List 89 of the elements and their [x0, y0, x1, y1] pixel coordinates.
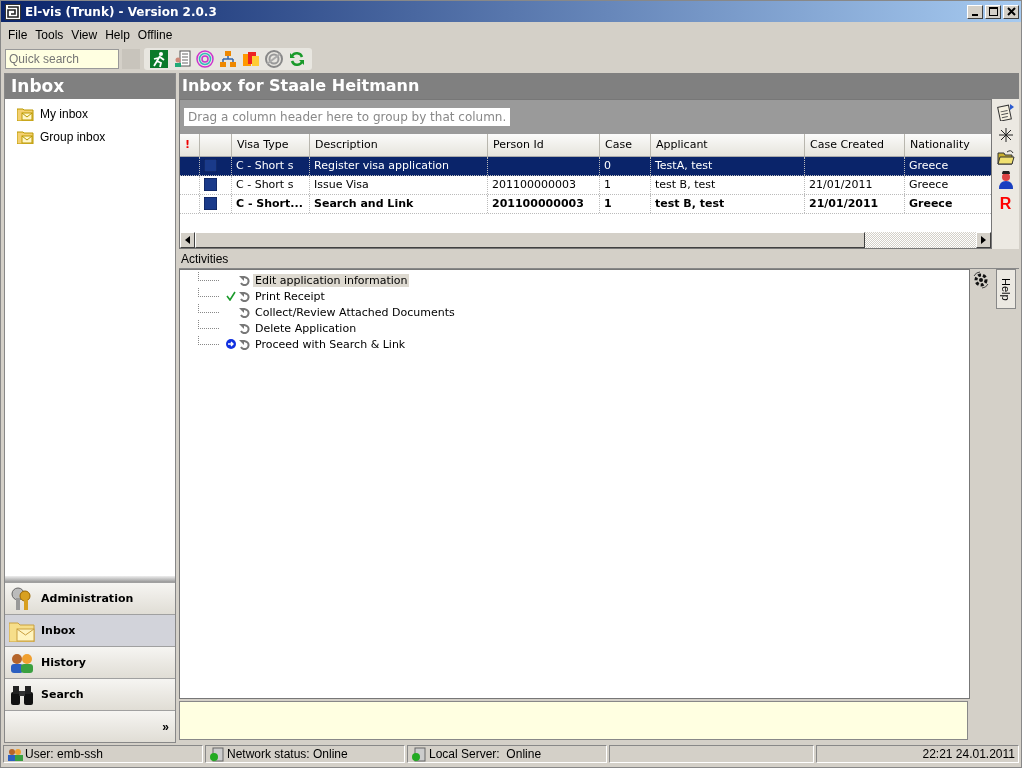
undo-icon	[239, 290, 250, 302]
undo-icon	[239, 338, 250, 350]
hierarchy-icon[interactable]	[219, 50, 237, 68]
column-header[interactable]: Person Id	[493, 138, 544, 151]
app-logo-icon	[5, 3, 21, 20]
people-icon	[7, 747, 23, 761]
nav-button[interactable]: Administration	[5, 582, 175, 614]
menu-item[interactable]: View	[67, 28, 102, 42]
person-icon[interactable]	[997, 171, 1014, 189]
table-cell: 21/01/2011	[809, 178, 873, 191]
document-person-icon[interactable]	[173, 50, 191, 68]
open-folder-icon[interactable]	[996, 149, 1015, 165]
folder-mail-icon	[9, 619, 35, 642]
table-cell: 1	[604, 197, 612, 210]
table-cell: test B, test	[655, 178, 716, 191]
network-status: Network status: Online	[227, 747, 348, 761]
activity-item[interactable]: Edit application information	[253, 273, 410, 287]
activity-item[interactable]: Delete Application	[253, 321, 359, 335]
table-cell: 21/01/2011	[809, 197, 879, 210]
refresh-icon[interactable]	[288, 50, 306, 68]
column-header[interactable]: !	[185, 138, 191, 151]
right-arrow-icon	[981, 236, 986, 244]
help-tab[interactable]: Help	[995, 269, 1016, 309]
server-online-icon	[209, 746, 225, 762]
table-cell: Register visa application	[314, 159, 449, 172]
people-icon	[9, 651, 35, 674]
column-header[interactable]: Case	[605, 138, 632, 151]
clipboard-icon[interactable]	[996, 103, 1015, 121]
maximize-icon	[988, 7, 998, 16]
splitter-handle[interactable]	[5, 576, 175, 582]
left-arrow-icon	[185, 236, 190, 244]
sidebar-header: Inbox	[5, 74, 175, 99]
minimize-button[interactable]	[967, 4, 983, 19]
column-header[interactable]: Applicant	[656, 138, 708, 151]
window-title: El-vis (Trunk) - Version 2.0.3	[25, 4, 218, 19]
server-status: Local Server: Online	[429, 747, 542, 761]
horizontal-scrollbar[interactable]	[180, 232, 991, 248]
sparkle-icon[interactable]	[997, 127, 1014, 143]
table-cell: Issue Visa	[314, 178, 369, 191]
undo-icon	[239, 274, 250, 286]
column-header[interactable]: Visa Type	[237, 138, 289, 151]
table-cell: Greece	[909, 159, 949, 172]
table-row[interactable]: C - Short s Register visa application 0 TestA, test Greece	[180, 157, 991, 176]
table-cell: 0	[604, 159, 611, 172]
group-by-hint: Drag a column header here to group by that column.	[184, 108, 511, 126]
more-button[interactable]: »	[5, 710, 175, 742]
settings-icon[interactable]	[972, 271, 990, 289]
activity-item[interactable]: Collect/Review Attached Documents	[253, 305, 457, 319]
clock: 22:21 24.01.2011	[922, 747, 1015, 761]
column-header[interactable]: Case Created	[810, 138, 884, 151]
binoculars-icon	[9, 683, 35, 706]
tree-item[interactable]: Group inbox	[40, 129, 106, 144]
activity-item[interactable]: Print Receipt	[253, 289, 327, 303]
cards-icon[interactable]	[242, 50, 260, 68]
table-cell: 201100000003	[492, 197, 584, 210]
nav-button[interactable]: Inbox	[5, 614, 175, 646]
nav-button[interactable]: History	[5, 646, 175, 678]
menu-item[interactable]: File	[4, 28, 32, 42]
table-cell: 1	[604, 178, 611, 191]
close-button[interactable]	[1003, 4, 1019, 19]
maximize-button[interactable]	[985, 4, 1001, 19]
table-cell: 201100000003	[492, 178, 576, 191]
column-header[interactable]: Nationality	[910, 138, 970, 151]
tree-item[interactable]: My inbox	[40, 106, 89, 121]
menu-item[interactable]: Tools	[31, 28, 68, 42]
user-status: User: emb-ssh	[25, 747, 104, 761]
close-icon	[1006, 7, 1016, 16]
folder-mail-icon	[17, 129, 34, 144]
exit-icon[interactable]	[150, 50, 168, 68]
table-cell: C - Short s	[236, 159, 294, 172]
table-cell: Greece	[909, 197, 953, 210]
menu-item[interactable]: Offline	[133, 28, 177, 42]
table-cell: test B, test	[655, 197, 725, 210]
nav-button[interactable]: Search	[5, 678, 175, 710]
minimize-icon	[972, 13, 978, 16]
folder-mail-icon	[17, 106, 34, 121]
undo-icon	[239, 322, 250, 334]
inbox-header: Inbox for Staale Heitmann	[179, 73, 1019, 99]
column-header[interactable]: Description	[315, 138, 378, 151]
table-cell: C - Short...	[236, 197, 303, 210]
menu-item[interactable]: Help	[101, 28, 134, 42]
table-cell: TestA, test	[655, 159, 713, 172]
table-cell: Search and Link	[314, 197, 414, 210]
server-online-icon	[411, 746, 427, 762]
quick-search-field[interactable]: Quick search	[5, 49, 119, 69]
table-cell: C - Short s	[236, 178, 294, 191]
table-cell: Greece	[909, 178, 949, 191]
activity-item[interactable]: Proceed with Search & Link	[253, 337, 408, 351]
undo-icon	[239, 306, 250, 318]
